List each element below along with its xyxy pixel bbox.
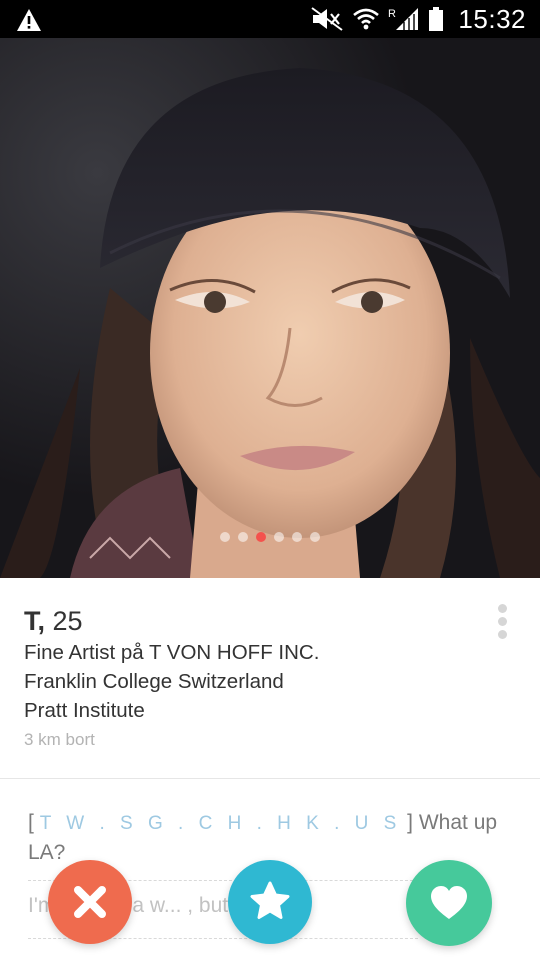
- close-icon: [74, 886, 106, 918]
- mute-icon: [311, 7, 344, 31]
- profile-school-1: Franklin College Switzerland: [24, 670, 284, 693]
- profile-photo-image: [0, 38, 540, 578]
- profile-info: T, 25 Fine Artist på T VON HOFF INC. Fra…: [24, 604, 494, 753]
- bio-line-1: What up: [418, 811, 498, 834]
- super-like-button[interactable]: [228, 860, 312, 944]
- profile-distance: 3 km bort: [24, 730, 95, 749]
- photo-page-indicator: [0, 532, 540, 542]
- warning-icon: [17, 9, 41, 31]
- bio-open-bracket: [: [28, 811, 34, 834]
- name-age: T, 25: [24, 604, 494, 638]
- status-icons: R 15:32: [310, 0, 526, 38]
- star-icon: [250, 881, 290, 924]
- photo-page-dot: [292, 532, 302, 542]
- more-options-icon[interactable]: [493, 604, 511, 642]
- profile-school-2: Pratt Institute: [24, 699, 145, 722]
- photo-page-dot: [274, 532, 284, 542]
- nope-button[interactable]: [48, 860, 132, 944]
- wifi-icon: [353, 8, 380, 30]
- like-button[interactable]: [406, 860, 492, 946]
- photo-page-dot: [256, 532, 266, 542]
- photo-page-dot: [220, 532, 230, 542]
- status-bar: R 15:32: [0, 0, 540, 38]
- signal-icon: R: [388, 8, 419, 30]
- bio-tags: T W . S G . C H . H K . U S: [39, 813, 402, 834]
- profile-name: T,: [24, 606, 46, 636]
- bio-line-2: LA?: [28, 841, 66, 864]
- photo-page-dot: [310, 532, 320, 542]
- profile-photo[interactable]: [0, 38, 540, 578]
- battery-icon: [429, 7, 444, 31]
- heart-icon: [431, 886, 467, 919]
- roaming-label: R: [388, 8, 396, 20]
- profile-bio: [ T W . S G . C H . H K . U S ] What up …: [28, 808, 518, 867]
- profile-age: 25: [52, 606, 83, 636]
- section-divider: [0, 778, 540, 779]
- photo-page-dot: [238, 532, 248, 542]
- status-clock: 15:32: [458, 3, 526, 34]
- bio-close-bracket: ]: [407, 811, 413, 834]
- profile-job: Fine Artist på T VON HOFF INC.: [24, 641, 320, 664]
